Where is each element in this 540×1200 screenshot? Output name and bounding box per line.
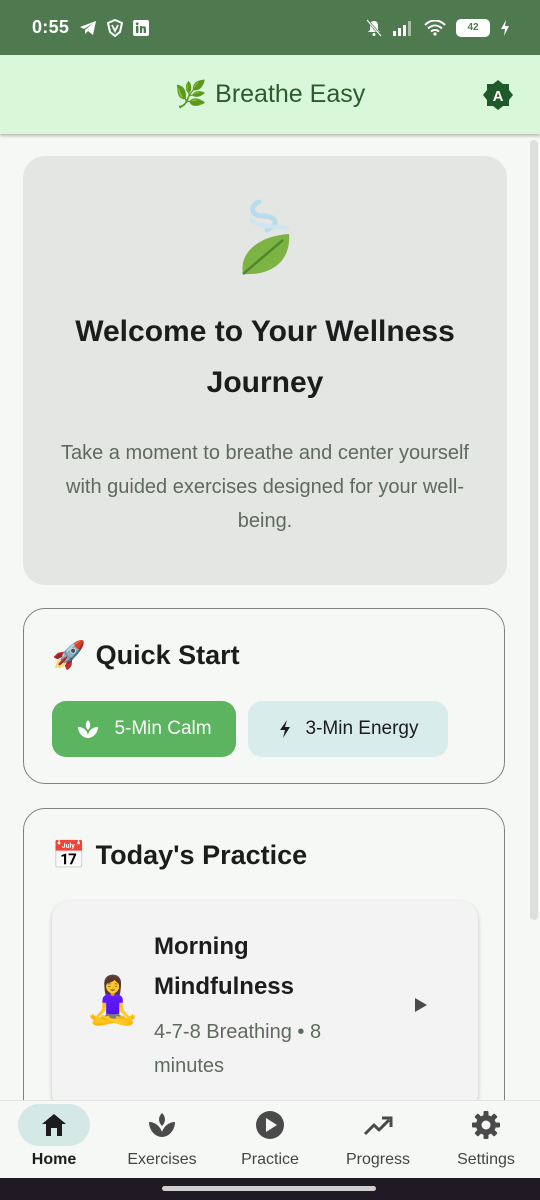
status-left: 0:55: [32, 17, 150, 38]
bolt-icon: [279, 720, 290, 738]
todays-practice-card: 📅 Today's Practice 🧘‍♀️ Morning Mindfuln…: [23, 808, 505, 1100]
calendar-icon: 📅: [52, 840, 86, 870]
nav-item-settings[interactable]: Settings: [432, 1101, 540, 1179]
rocket-icon: 🚀: [52, 640, 86, 670]
mute-bell-icon: [366, 18, 382, 37]
quick-start-title: Quick Start: [95, 639, 240, 670]
octagon-badge-icon: A: [483, 80, 513, 110]
breath-leaf-icon: [242, 199, 290, 275]
linkedin-icon: [133, 19, 150, 36]
gear-icon: [472, 1111, 500, 1139]
nav-label-exercises: Exercises: [127, 1151, 197, 1168]
nav-pill-settings: [450, 1104, 522, 1146]
status-time: 0:55: [32, 17, 70, 37]
five-min-calm-button[interactable]: 5-Min Calm: [52, 701, 236, 757]
herb-icon: 🌿: [174, 79, 208, 109]
main-content[interactable]: Welcome to Your Wellness Journey Take a …: [0, 134, 540, 1100]
trending-up-icon: [363, 1116, 393, 1136]
app-title: 🌿 Breathe Easy: [175, 79, 365, 110]
home-icon: [42, 1114, 66, 1136]
session-card-morning-mindfulness[interactable]: 🧘‍♀️ Morning Mindfulness 4-7-8 Breathing…: [52, 901, 478, 1100]
welcome-title: Welcome to Your Wellness Journey: [75, 315, 455, 399]
app-bar: 🌿 Breathe Easy A: [0, 55, 540, 134]
bottom-navigation: Home Exercises Practice Progress Setting…: [0, 1100, 540, 1179]
gesture-handle[interactable]: [162, 1186, 376, 1191]
nav-item-exercises[interactable]: Exercises: [108, 1101, 216, 1179]
session-subtitle: 4-7-8 Breathing • 8 minutes: [154, 1021, 322, 1077]
badge-letter: A: [493, 88, 504, 105]
nav-label-progress: Progress: [345, 1151, 411, 1168]
status-right: 42: [366, 18, 510, 37]
three-min-energy-label: 3-Min Energy: [305, 718, 419, 739]
nav-label-home: Home: [31, 1151, 77, 1168]
battery-icon: 42: [456, 18, 490, 37]
wifi-icon: [424, 19, 446, 36]
nav-item-home[interactable]: Home: [0, 1101, 108, 1179]
quick-start-card: 🚀 Quick Start 5-Min Calm 3-Min Energy: [23, 608, 505, 784]
telegram-icon: [79, 20, 97, 36]
scrollbar[interactable]: [530, 140, 538, 920]
app-title-text: Breathe Easy: [215, 80, 366, 108]
gesture-navigation-area: [0, 1178, 540, 1200]
play-arrow-icon[interactable]: [414, 997, 428, 1013]
welcome-description: Take a moment to breathe and center your…: [60, 442, 469, 532]
vpn-shield-icon: [107, 18, 124, 37]
nav-pill-progress: [342, 1104, 414, 1146]
nav-item-practice[interactable]: Practice: [216, 1101, 324, 1179]
play-circle-icon: [256, 1111, 284, 1139]
nav-pill-practice: [234, 1104, 306, 1146]
nav-item-progress[interactable]: Progress: [324, 1101, 432, 1179]
nav-pill-home: [18, 1104, 90, 1146]
account-badge-button[interactable]: A: [482, 79, 514, 111]
meditation-icon: 🧘‍♀️: [84, 974, 142, 1026]
todays-practice-title: Today's Practice: [95, 839, 308, 870]
quick-start-heading: 🚀 Quick Start: [52, 639, 240, 671]
nav-pill-exercises: [126, 1104, 198, 1146]
todays-practice-heading: 📅 Today's Practice: [52, 839, 307, 871]
nav-label-settings: Settings: [457, 1151, 515, 1168]
three-min-energy-button[interactable]: 3-Min Energy: [248, 701, 448, 757]
nav-label-practice: Practice: [241, 1151, 299, 1168]
session-title: Morning Mindfulness: [154, 933, 295, 1000]
spa-icon: [149, 1113, 175, 1137]
status-bar: 0:55 42: [0, 0, 540, 55]
signal-icon: [392, 20, 414, 36]
five-min-calm-label: 5-Min Calm: [114, 718, 212, 739]
welcome-card: Welcome to Your Wellness Journey Take a …: [23, 156, 507, 585]
spa-icon: [78, 720, 99, 738]
charging-icon: [500, 19, 510, 36]
